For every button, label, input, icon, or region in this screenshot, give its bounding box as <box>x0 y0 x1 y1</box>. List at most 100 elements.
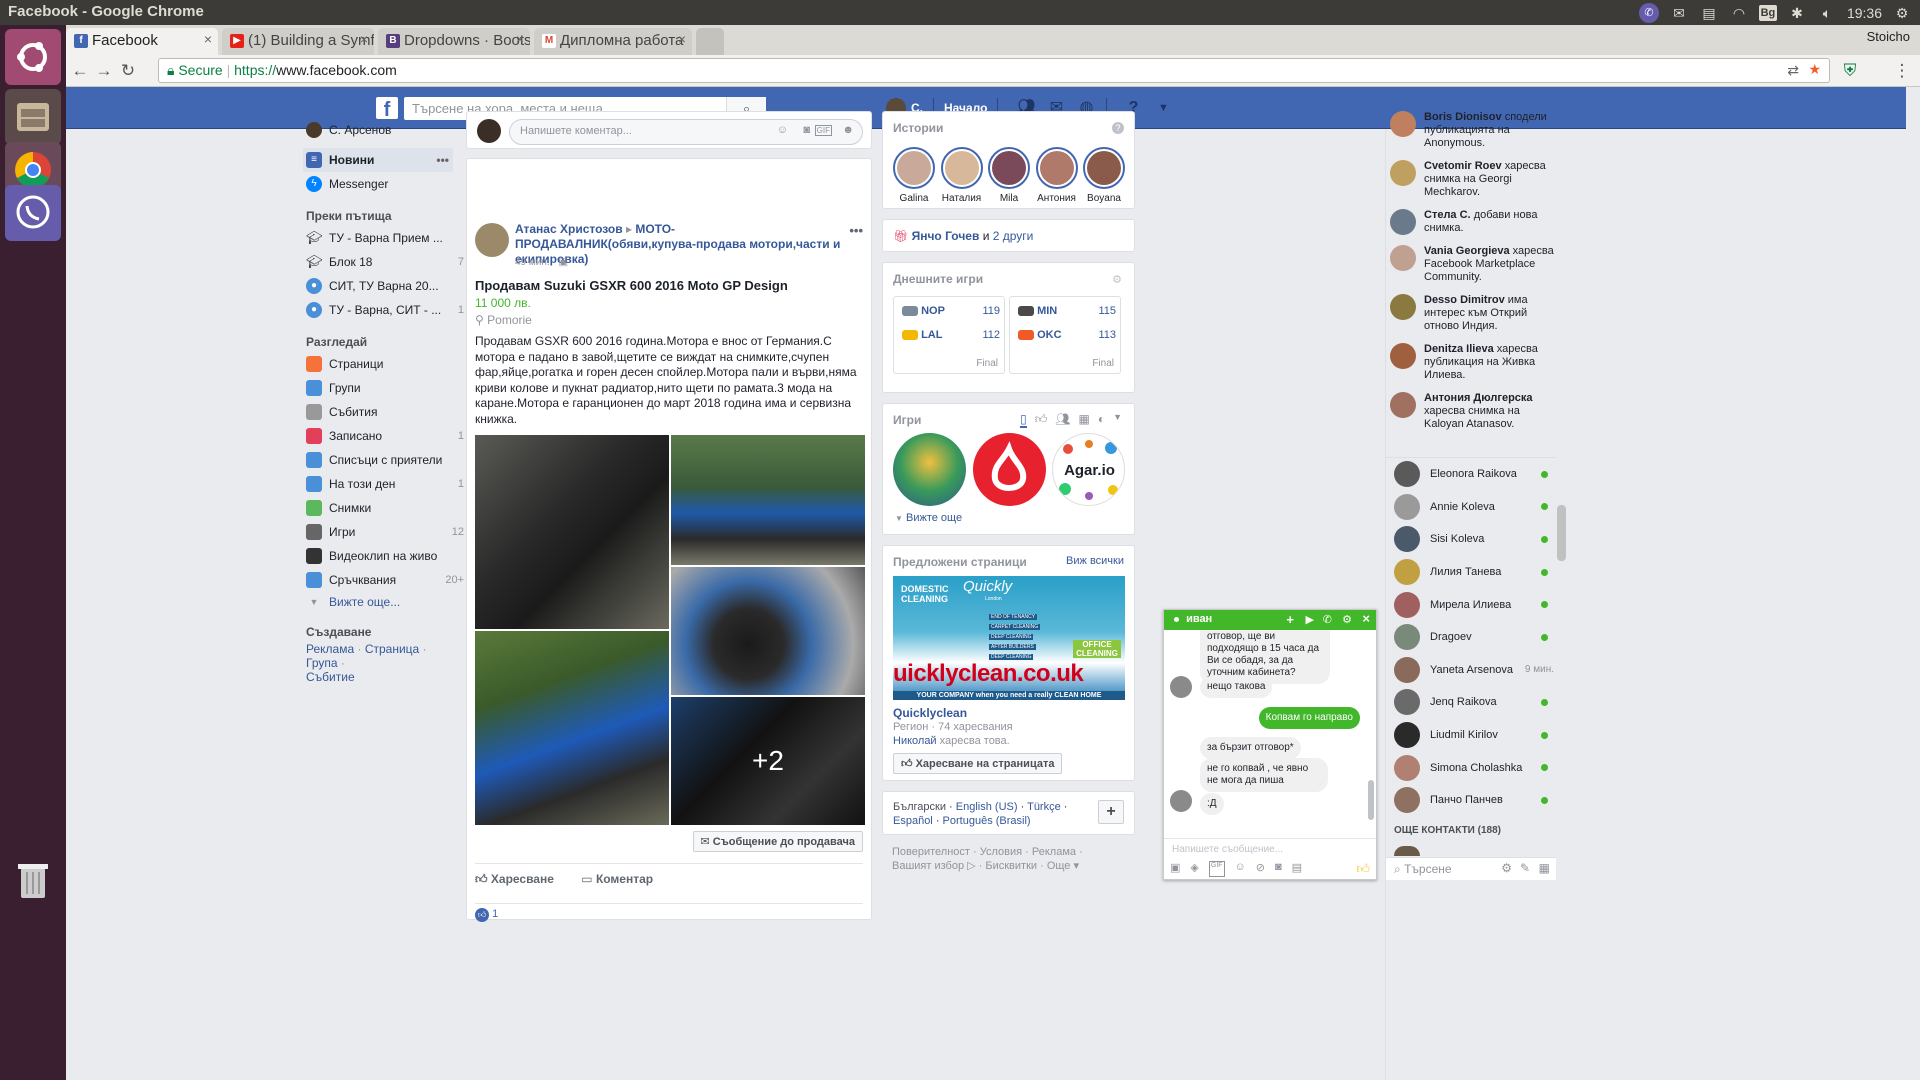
footer-link[interactable]: Условия <box>980 846 1022 858</box>
keyboard-layout-indicator[interactable]: Bg <box>1758 4 1777 21</box>
create-event-link[interactable]: Събитие <box>306 670 355 684</box>
post-photo[interactable] <box>475 631 669 825</box>
contact-item[interactable]: Eleonora Raikova <box>1394 458 1554 491</box>
profile-link[interactable]: С. Арсенов <box>306 120 456 140</box>
settings-gear-icon[interactable]: ⚙ <box>1892 3 1912 23</box>
footer-link[interactable]: Поверителност <box>892 846 970 858</box>
video-call-icon[interactable]: ▶ <box>1306 613 1314 626</box>
post-author[interactable]: Атанас Христозов <box>515 222 623 236</box>
language-link[interactable]: Español <box>893 815 933 827</box>
friends-icon[interactable]: 👥︎ <box>1055 412 1070 428</box>
contact-item[interactable]: Simona Cholashka <box>1394 751 1554 784</box>
games-see-more-link[interactable]: ▼ Вижте още <box>895 512 962 524</box>
ticker-item[interactable]: Антония Дюлгерска харесва снимка на Kalo… <box>1390 392 1555 431</box>
menu-dots-icon[interactable]: ⋮ <box>1892 61 1912 81</box>
volume-icon[interactable]: 🔈︎ <box>1817 3 1837 23</box>
close-tab-icon[interactable]: × <box>678 31 686 47</box>
compose-icon[interactable]: ✎ <box>1520 861 1530 875</box>
story-item[interactable]: Антония <box>1034 147 1080 204</box>
attachment-icon[interactable]: ⊘ <box>1256 861 1265 877</box>
ticker-item[interactable]: Стела С. добави нова снимка. <box>1390 209 1555 235</box>
sidebar-item[interactable]: Групи <box>306 376 456 400</box>
comment-input[interactable]: Напишете коментар... ☺ ◙ GIF ☻ <box>509 119 863 145</box>
camera-icon[interactable]: ◙ <box>1275 861 1282 877</box>
create-ad-link[interactable]: Реклама <box>306 642 354 656</box>
birthday-person[interactable]: Янчо Гочев <box>912 229 980 243</box>
ticker-item[interactable]: Denitza Ilieva харесва публикация на Жив… <box>1390 343 1555 382</box>
sticker-icon[interactable]: ☻ <box>842 124 854 136</box>
language-link[interactable]: Türkçe <box>1027 801 1061 813</box>
sidebar-item[interactable]: Сръчквания 20+ <box>306 568 464 592</box>
trash-launcher-button[interactable] <box>5 852 61 908</box>
extension-icon[interactable]: ⛨ <box>1840 61 1860 81</box>
dash-button[interactable] <box>5 29 61 85</box>
post-photo[interactable] <box>671 567 865 695</box>
footer-link[interactable]: Реклама <box>1032 846 1076 858</box>
suggested-page-name[interactable]: Quicklyclean <box>893 706 967 720</box>
help-icon[interactable]: ? <box>1112 122 1124 134</box>
see-all-link[interactable]: Виж всички <box>1066 555 1124 567</box>
reload-button[interactable]: ↻ <box>118 61 138 81</box>
shortcut-item[interactable]: 🎓︎ ТУ - Варна Прием ... <box>306 226 456 250</box>
contact-item[interactable]: Jenq Raikova <box>1394 686 1554 719</box>
add-person-icon[interactable]: + <box>1286 612 1294 627</box>
sidebar-item[interactable]: Игри 12 <box>306 520 464 544</box>
nav-news-feed[interactable]: ≡ Новини ••• <box>303 148 453 172</box>
contact-item[interactable]: Мирела Илиева <box>1394 588 1554 621</box>
gear-icon[interactable]: ⚙ <box>1501 861 1512 875</box>
clock[interactable]: 19:36 <box>1847 5 1882 21</box>
gif-icon[interactable]: GIF <box>1208 861 1225 877</box>
like-button[interactable]: 👍︎ Харесване <box>475 872 554 886</box>
camera-icon[interactable]: ◙ <box>803 124 810 136</box>
new-tab-button[interactable] <box>696 28 724 55</box>
story-item[interactable]: Galina <box>891 147 937 204</box>
footer-link[interactable]: Бисквитки <box>985 860 1037 872</box>
ticker-item[interactable]: Desso Dimitrov има интерес към Открий от… <box>1390 294 1555 333</box>
thumbs-up-icon[interactable]: 👍︎ <box>1035 412 1048 428</box>
see-more-link[interactable]: ▼ Вижте още... <box>306 592 456 612</box>
comment-button[interactable]: ▭ Коментар <box>581 872 653 886</box>
story-item[interactable]: Mila <box>986 147 1032 204</box>
group-chat-icon[interactable]: ▦ <box>1539 861 1550 875</box>
sidebar-item[interactable]: Събития <box>306 400 456 424</box>
post-photo[interactable] <box>475 435 669 629</box>
language-link[interactable]: Português (Brasil) <box>943 815 1031 827</box>
like-page-button[interactable]: 👍︎ Харесване на страницата <box>893 753 1063 774</box>
shortcut-item[interactable]: 🎓︎ Блок 18 7 <box>306 250 464 274</box>
sidebar-item[interactable]: Записано 1 <box>306 424 464 448</box>
game-tile[interactable]: Agar.io <box>1052 433 1125 506</box>
more-options-icon[interactable]: ••• <box>436 153 449 167</box>
file-manager-tray-icon[interactable]: ▤ <box>1699 3 1719 23</box>
ad-image[interactable]: DOMESTIC CLEANING Quickly London END OF … <box>893 576 1125 700</box>
forward-button[interactable]: → <box>94 61 114 81</box>
sidebar-item[interactable]: Снимки <box>306 496 456 520</box>
post-photo[interactable] <box>671 435 865 565</box>
footer-link[interactable]: Вашият избор <box>892 860 964 872</box>
sidebar-item[interactable]: Видеоклип на живо <box>306 544 456 568</box>
browser-profile-name[interactable]: Stoicho <box>1867 29 1910 44</box>
chat-contact-name[interactable]: иван <box>1186 613 1212 625</box>
sticker-icon[interactable]: ◈ <box>1190 861 1198 877</box>
emoji-icon[interactable]: ☺ <box>777 124 788 136</box>
compass-icon[interactable]: ◐ <box>1098 412 1105 428</box>
facebook-logo-icon[interactable]: f <box>376 97 398 121</box>
close-tab-icon[interactable]: × <box>516 31 524 47</box>
thumbs-up-send-icon[interactable]: 👍︎ <box>1356 861 1370 877</box>
more-photos-count[interactable]: +2 <box>671 697 865 825</box>
contact-item[interactable]: Панчо Панчев <box>1394 784 1554 817</box>
contact-item[interactable]: Лилия Танева <box>1394 556 1554 589</box>
tab-bootstrap[interactable]: B Dropdowns · Boots × <box>378 28 530 55</box>
bookmark-icon[interactable]: ▯ <box>1020 412 1027 428</box>
chat-scrollbar[interactable] <box>1368 780 1374 820</box>
contact-item[interactable]: Annie Koleva <box>1394 491 1554 524</box>
post-options-icon[interactable]: ••• <box>849 223 863 238</box>
viber-tray-icon[interactable]: ✆ <box>1638 2 1659 23</box>
sidebar-item[interactable]: Списъци с приятели <box>306 448 456 472</box>
ticker-item[interactable]: Cvetomir Roev харесва снимка на Georgi M… <box>1390 160 1555 199</box>
bluetooth-icon[interactable]: ✱ <box>1787 3 1807 23</box>
add-language-button[interactable]: + <box>1098 800 1124 824</box>
emoji-icon[interactable]: ☺ <box>1235 861 1246 877</box>
mail-tray-icon[interactable]: ✉ <box>1669 3 1689 23</box>
bookmark-star-icon[interactable]: ★ <box>1808 61 1821 78</box>
viber-launcher-button[interactable] <box>5 185 61 241</box>
